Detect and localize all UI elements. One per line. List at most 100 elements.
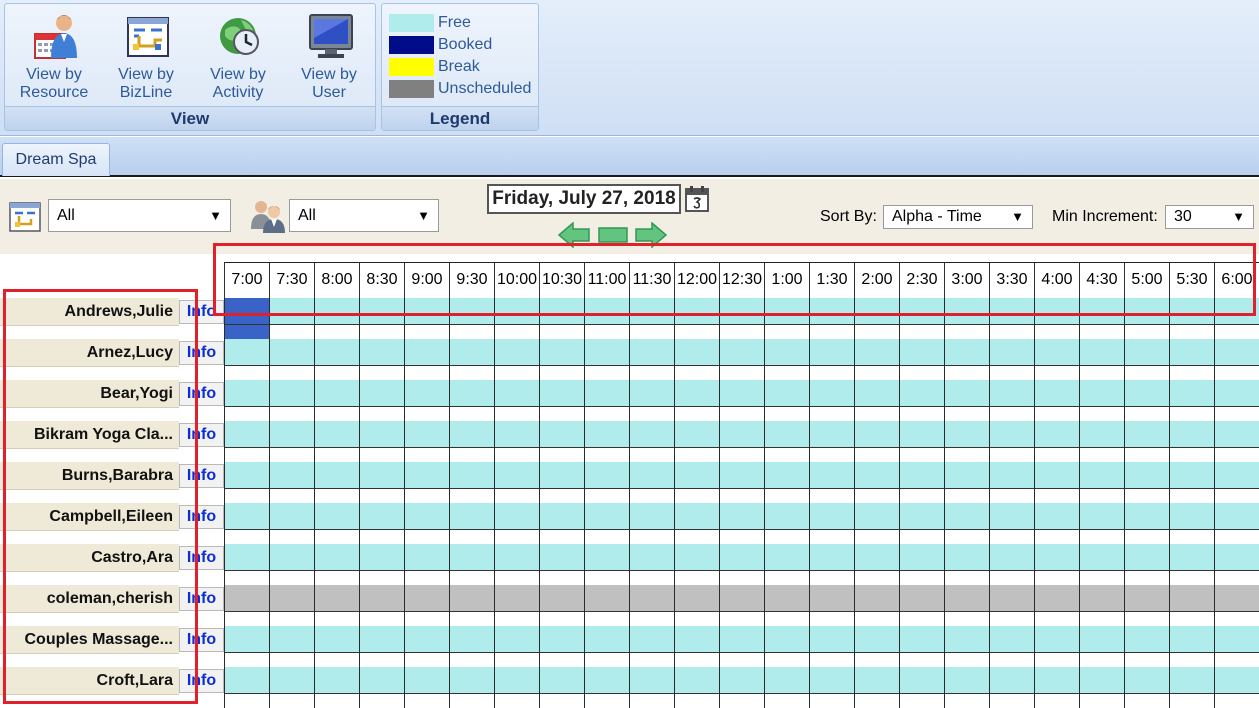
time-slot-cell[interactable] [1079,380,1124,421]
time-slot-cell[interactable] [1034,503,1079,544]
time-slot-cell[interactable] [719,544,764,585]
time-slot-cell[interactable] [899,544,944,585]
time-slot-cell[interactable] [1214,339,1259,380]
time-slot-cell[interactable] [809,667,854,708]
time-slot-cell[interactable] [359,503,404,544]
time-slot-cell[interactable] [944,585,989,626]
time-slot-cell[interactable] [224,626,269,667]
time-slot-cell[interactable] [989,544,1034,585]
time-slot-cell[interactable] [674,339,719,380]
time-slot-cell[interactable] [584,339,629,380]
time-slot-cell[interactable] [1169,421,1214,462]
time-slot-cell[interactable] [1169,380,1214,421]
time-slot-cell[interactable] [1214,626,1259,667]
time-slot-cell[interactable] [899,421,944,462]
time-slot-cell[interactable] [1034,462,1079,503]
time-slot-cell[interactable] [944,380,989,421]
time-slot-cell[interactable] [449,667,494,708]
resource-info-button[interactable]: Info [179,300,224,324]
time-slot-cell[interactable] [1034,626,1079,667]
time-slot-cell[interactable] [719,421,764,462]
time-slot-cell[interactable] [1214,462,1259,503]
time-slot-cell[interactable] [989,421,1034,462]
time-slot-cell[interactable] [1124,339,1169,380]
time-slot-cell[interactable] [1034,544,1079,585]
time-slot-cell[interactable] [1214,421,1259,462]
time-slot-cell[interactable] [1034,667,1079,708]
time-slot-cell[interactable] [944,298,989,339]
time-slot-cell[interactable] [1214,298,1259,339]
time-slot-cell[interactable] [1124,421,1169,462]
time-slot-cell[interactable] [224,421,269,462]
time-slot-cell[interactable] [854,667,899,708]
time-slot-cell[interactable] [989,585,1034,626]
resource-name[interactable]: Bikram Yoga Cla... [0,421,179,449]
resource-info-button[interactable]: Info [179,546,224,570]
time-slot-cell[interactable] [674,380,719,421]
time-slot-cell[interactable] [404,462,449,503]
time-slot-cell[interactable] [1079,503,1124,544]
resource-name[interactable]: Andrews,Julie [0,298,179,326]
time-slot-cell[interactable] [809,421,854,462]
user-filter-icon[interactable] [248,197,286,235]
time-slot-cell[interactable] [269,298,314,339]
time-slot-cell[interactable] [899,667,944,708]
time-slot-cell[interactable] [1124,462,1169,503]
time-slot-cell[interactable] [809,339,854,380]
time-slot-cell[interactable] [224,503,269,544]
time-slot-cell[interactable] [224,667,269,708]
time-slot-cell[interactable] [314,462,359,503]
time-slot-cell[interactable] [899,462,944,503]
time-slot-cell[interactable] [359,544,404,585]
time-slot-cell[interactable] [539,585,584,626]
time-slot-cell[interactable] [989,298,1034,339]
time-slot-cell[interactable] [404,667,449,708]
time-slot-cell[interactable] [359,421,404,462]
time-slot-cell[interactable] [269,503,314,544]
time-slot-cell[interactable] [1034,585,1079,626]
time-slot-cell[interactable] [359,298,404,339]
time-slot-cell[interactable] [764,462,809,503]
time-slot-cell[interactable] [899,339,944,380]
min-increment-select[interactable]: 30 ▼ [1165,205,1254,229]
time-slot-cell[interactable] [629,667,674,708]
time-slot-cell[interactable] [629,380,674,421]
time-slot-cell[interactable] [269,585,314,626]
time-slot-cell[interactable] [854,380,899,421]
time-slot-cell[interactable] [989,380,1034,421]
time-slot-cell[interactable] [1079,544,1124,585]
resource-name[interactable]: Couples Massage... [0,626,179,654]
today-icon[interactable] [598,227,628,243]
time-slot-cell[interactable] [854,585,899,626]
time-slot-cell[interactable] [269,544,314,585]
resource-info-button[interactable]: Info [179,423,224,447]
time-slot-cell[interactable] [1169,298,1214,339]
time-slot-cell[interactable] [899,503,944,544]
time-slot-cell[interactable] [494,544,539,585]
time-slot-cell[interactable] [1214,667,1259,708]
view-by-bizline-button[interactable]: View by BizLine [101,8,191,104]
time-slot-cell[interactable] [584,667,629,708]
current-date-display[interactable]: Friday, July 27, 2018 [487,184,681,214]
time-slot-cell[interactable] [314,421,359,462]
time-slot-cell[interactable] [584,503,629,544]
resource-info-button[interactable]: Info [179,628,224,652]
time-slot-cell[interactable] [404,421,449,462]
resource-info-button[interactable]: Info [179,341,224,365]
time-slot-cell[interactable] [359,339,404,380]
time-slot-cell[interactable] [809,503,854,544]
time-slot-cell[interactable] [944,421,989,462]
time-slot-cell[interactable] [404,503,449,544]
time-slot-cell[interactable] [1079,339,1124,380]
time-slot-cell[interactable] [314,339,359,380]
time-slot-cell[interactable] [809,544,854,585]
time-slot-cell[interactable] [764,626,809,667]
time-slot-cell[interactable] [944,544,989,585]
time-slot-cell[interactable] [854,503,899,544]
time-slot-cell[interactable] [269,626,314,667]
resource-name[interactable]: Arnez,Lucy [0,339,179,367]
time-slot-cell[interactable] [314,380,359,421]
time-slot-cell[interactable] [269,462,314,503]
time-slot-cell[interactable] [719,339,764,380]
time-slot-cell[interactable] [629,626,674,667]
